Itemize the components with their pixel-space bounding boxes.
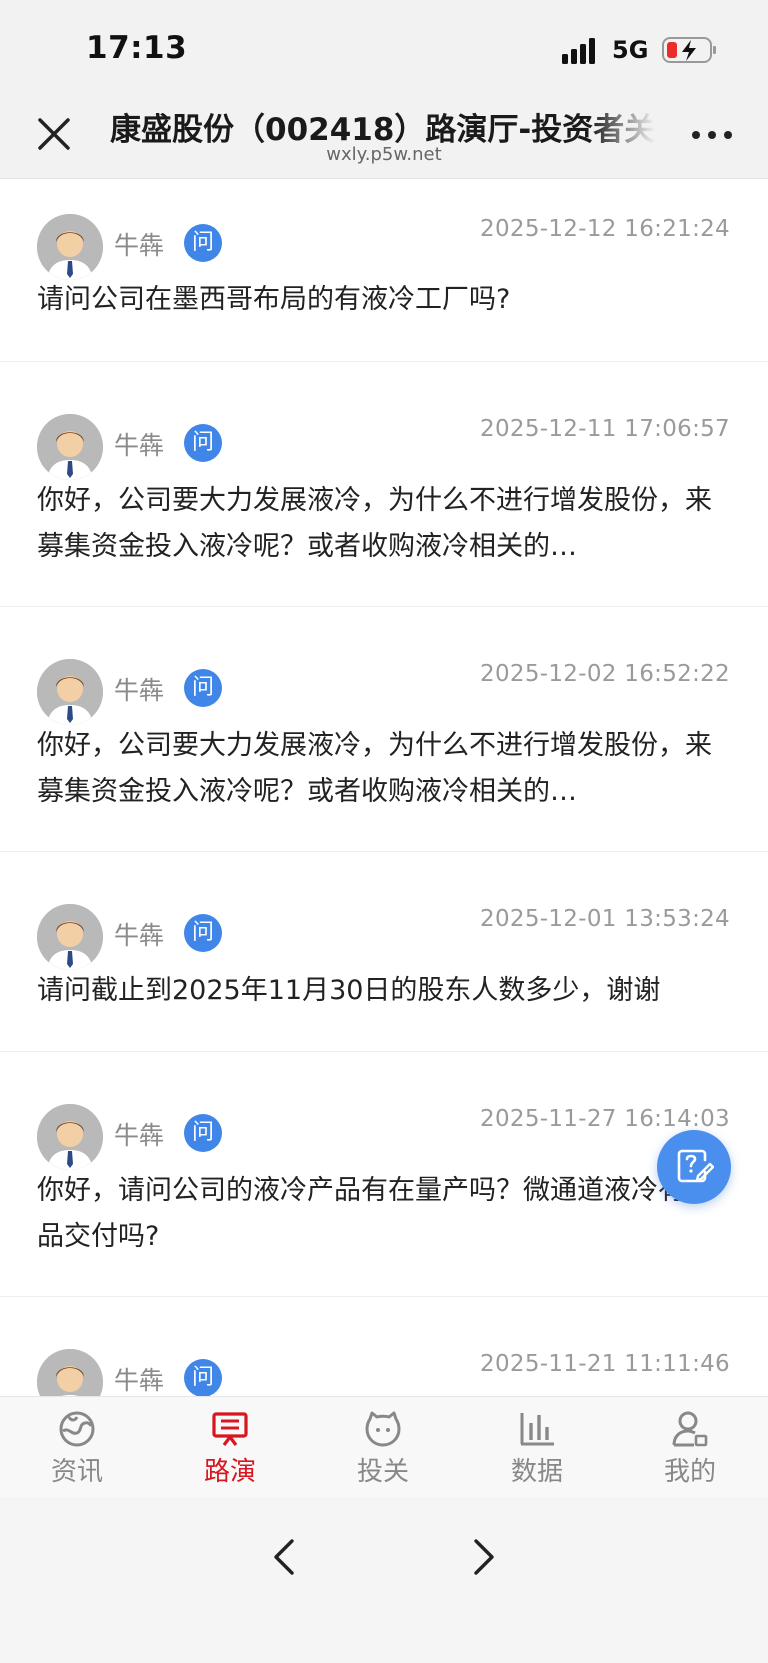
tab-mine[interactable]: 我的 bbox=[630, 1397, 750, 1498]
bottom-tab-bar: 资讯 路演 投关 数据 我的 bbox=[0, 1396, 768, 1498]
avatar[interactable] bbox=[37, 659, 103, 725]
bar-chart-icon bbox=[520, 1413, 554, 1446]
user-avatar-icon bbox=[37, 659, 103, 725]
tab-label: 资讯 bbox=[50, 1457, 103, 1487]
tab-roadshow[interactable]: 路演 bbox=[170, 1397, 290, 1498]
question-card[interactable]: 牛犇 问 2025-12-12 16:21:24 请问公司在墨西哥布局的有液冷工… bbox=[0, 179, 768, 363]
user-avatar-icon bbox=[37, 214, 103, 280]
avatar[interactable] bbox=[37, 1104, 103, 1170]
battery-charging-icon bbox=[662, 37, 716, 63]
avatar[interactable] bbox=[37, 1349, 103, 1396]
tab-data[interactable]: 数据 bbox=[477, 1397, 597, 1498]
user-avatar-icon bbox=[37, 1349, 103, 1396]
tab-label: 投关 bbox=[356, 1457, 409, 1487]
tab-label: 我的 bbox=[663, 1457, 716, 1487]
status-time: 17:13 bbox=[86, 30, 188, 66]
user-icon bbox=[672, 1411, 708, 1447]
timestamp: 2025-12-11 17:06:57 bbox=[480, 416, 730, 442]
more-options-icon[interactable] bbox=[690, 120, 734, 150]
avatar[interactable] bbox=[37, 214, 103, 280]
user-avatar-icon bbox=[37, 904, 103, 970]
tab-label: 路演 bbox=[203, 1457, 256, 1487]
status-bar: 17:13 5G bbox=[0, 0, 768, 90]
timestamp: 2025-12-12 16:21:24 bbox=[480, 216, 730, 242]
question-feed[interactable]: 牛犇 问 2025-12-12 16:21:24 请问公司在墨西哥布局的有液冷工… bbox=[0, 179, 768, 1396]
page-domain: wxly.p5w.net bbox=[326, 144, 442, 165]
tab-label: 数据 bbox=[510, 1457, 563, 1487]
question-badge: 问 bbox=[184, 1359, 222, 1396]
question-badge: 问 bbox=[184, 424, 222, 462]
username[interactable]: 牛犇 bbox=[114, 671, 164, 707]
question-badge: 问 bbox=[184, 669, 222, 707]
question-card[interactable]: 牛犇 问 2025-12-01 13:53:24 请问截止到2025年11月30… bbox=[0, 852, 768, 1053]
ask-question-button[interactable] bbox=[657, 1130, 731, 1204]
network-type: 5G bbox=[612, 36, 649, 64]
edit-question-icon bbox=[677, 1149, 714, 1183]
question-text[interactable]: 你好，请问公司的液冷产品有在量产吗？微通道液冷有产品交付吗? bbox=[37, 1168, 725, 1260]
globe-icon bbox=[59, 1411, 95, 1447]
signal-strength-icon bbox=[562, 38, 595, 64]
question-badge: 问 bbox=[184, 1114, 222, 1152]
question-text[interactable]: 请问截止到2025年11月30日的股东人数多少，谢谢 bbox=[37, 968, 725, 1014]
question-card[interactable]: 牛犇 问 2025-11-27 16:14:03 你好，请问公司的液冷产品有在量… bbox=[0, 1052, 768, 1298]
browser-header: 康盛股份（002418）路演厅-投资者关系互动平台 wxly.p5w.net bbox=[0, 90, 768, 179]
username[interactable]: 牛犇 bbox=[114, 426, 164, 462]
question-card[interactable]: 牛犇 问 2025-12-11 17:06:57 你好，公司要大力发展液冷，为什… bbox=[0, 362, 768, 608]
question-badge: 问 bbox=[184, 914, 222, 952]
question-text[interactable]: 你好，公司要大力发展液冷，为什么不进行增发股份，来募集资金投入液冷呢？或者收购液… bbox=[37, 723, 725, 815]
avatar[interactable] bbox=[37, 414, 103, 480]
question-text[interactable]: 请问公司在墨西哥布局的有液冷工厂吗? bbox=[37, 277, 725, 323]
user-avatar-icon bbox=[37, 1104, 103, 1170]
tab-news[interactable]: 资讯 bbox=[17, 1397, 137, 1498]
presentation-icon bbox=[212, 1412, 248, 1446]
question-badge: 问 bbox=[184, 224, 222, 262]
question-card[interactable]: 牛犇 问 2025-12-02 16:52:22 你好，公司要大力发展液冷，为什… bbox=[0, 607, 768, 853]
username[interactable]: 牛犇 bbox=[114, 1361, 164, 1396]
page-title: 康盛股份（002418）路演厅-投资者关系互动平台 bbox=[110, 112, 655, 144]
browser-bottom-bar bbox=[0, 1497, 768, 1663]
question-text[interactable]: 你好，公司要大力发展液冷，为什么不进行增发股份，来募集资金投入液冷呢？或者收购液… bbox=[37, 478, 725, 570]
forward-icon[interactable] bbox=[464, 1533, 504, 1581]
timestamp: 2025-11-27 16:14:03 bbox=[480, 1106, 730, 1132]
back-icon[interactable] bbox=[264, 1533, 304, 1581]
username[interactable]: 牛犇 bbox=[114, 1116, 164, 1152]
question-card[interactable]: 牛犇 问 2025-11-21 11:11:46 bbox=[0, 1297, 768, 1396]
user-avatar-icon bbox=[37, 414, 103, 480]
username[interactable]: 牛犇 bbox=[114, 226, 164, 262]
tab-investor-relations[interactable]: 投关 bbox=[323, 1397, 443, 1498]
timestamp: 2025-12-02 16:52:22 bbox=[480, 661, 730, 687]
timestamp: 2025-11-21 11:11:46 bbox=[480, 1351, 730, 1377]
timestamp: 2025-12-01 13:53:24 bbox=[480, 906, 730, 932]
smiley-cat-icon bbox=[365, 1411, 401, 1447]
username[interactable]: 牛犇 bbox=[114, 916, 164, 952]
avatar[interactable] bbox=[37, 904, 103, 970]
